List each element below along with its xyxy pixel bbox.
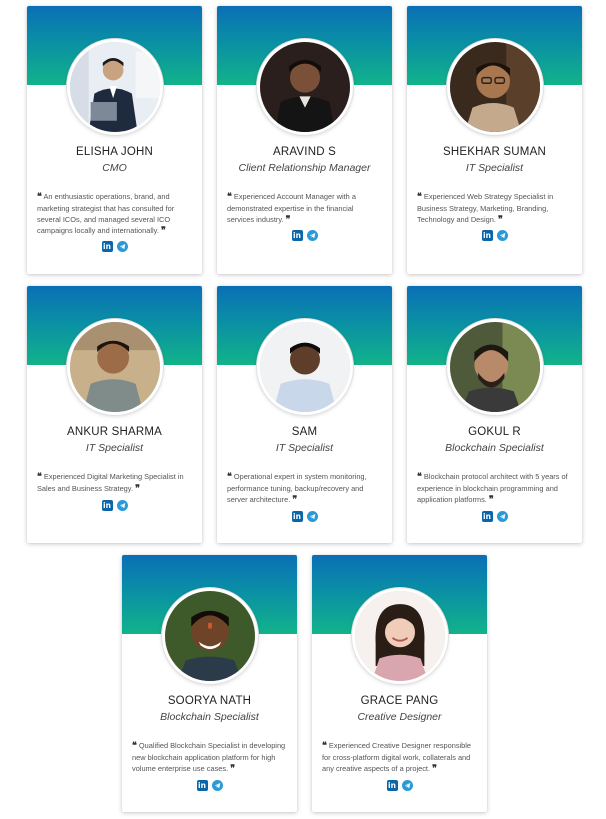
open-quote-icon: ❝ (37, 192, 42, 202)
telegram-icon[interactable] (116, 500, 128, 511)
linkedin-icon[interactable]: in (481, 230, 493, 241)
member-role: Blockchain Specialist (160, 711, 259, 723)
telegram-icon[interactable] (306, 511, 318, 522)
open-quote-icon: ❝ (417, 192, 422, 202)
open-quote-icon: ❝ (417, 472, 422, 482)
close-quote-icon: ❞ (292, 495, 298, 505)
team-card: ELISHA JOHN CMO ❝ An enthusiastic operat… (27, 6, 202, 274)
avatar-photo (69, 322, 160, 412)
bio-text: Experienced Creative Designer responsibl… (322, 741, 472, 773)
linkedin-icon[interactable]: in (291, 230, 303, 241)
member-bio: ❝ An enthusiastic operations, brand, and… (37, 191, 192, 237)
social-links: in (312, 780, 487, 791)
avatar-photo (69, 42, 160, 132)
telegram-icon[interactable] (211, 780, 223, 791)
member-name: SOORYA NATH (167, 695, 252, 707)
team-card: SOORYA NATH Blockchain Specialist ❝ Qual… (122, 555, 297, 812)
social-links: in (27, 500, 202, 511)
team-card: ANKUR SHARMA IT Specialist ❝ Experienced… (27, 286, 202, 543)
avatar (446, 319, 543, 415)
bio-text: Experienced Account Manager with a demon… (227, 192, 356, 224)
member-bio: ❝ Operational expert in system monitorin… (227, 471, 382, 506)
avatar-photo (259, 42, 350, 132)
team-card: GOKUL R Blockchain Specialist ❝ Blockcha… (407, 286, 582, 543)
close-quote-icon: ❞ (488, 495, 494, 505)
bio-text: An enthusiastic operations, brand, and m… (37, 192, 175, 235)
avatar (161, 588, 258, 684)
close-quote-icon: ❞ (135, 484, 140, 494)
team-card: GRACE PANG Creative Designer ❝ Experienc… (312, 555, 487, 812)
member-bio: ❝ Experienced Creative Designer responsi… (322, 740, 477, 775)
member-role: Creative Designer (357, 711, 442, 723)
member-role: Client Relationship Manager (238, 162, 371, 174)
member-bio: ❝ Qualified Blockchain Specialist in dev… (132, 740, 287, 775)
open-quote-icon: ❝ (322, 741, 327, 751)
linkedin-icon[interactable]: in (101, 241, 113, 252)
telegram-icon[interactable] (401, 780, 413, 791)
telegram-icon[interactable] (306, 230, 318, 241)
member-name: GOKUL R (468, 426, 521, 438)
member-bio: ❝ Experienced Digital Marketing Speciali… (37, 471, 192, 495)
member-bio: ❝ Experienced Account Manager with a dem… (227, 191, 382, 226)
member-name: ELISHA JOHN (76, 146, 153, 158)
telegram-icon[interactable] (496, 511, 508, 522)
avatar (446, 39, 543, 135)
member-name: ANKUR SHARMA (66, 426, 163, 438)
avatar (66, 39, 163, 135)
bio-text: Experienced Digital Marketing Specialist… (37, 472, 184, 493)
team-card: ARAVIND S Client Relationship Manager ❝ … (217, 6, 392, 274)
avatar-photo (449, 322, 540, 412)
member-role: Blockchain Specialist (445, 442, 544, 454)
close-quote-icon: ❞ (160, 226, 166, 236)
member-bio: ❝ Experienced Web Strategy Specialist in… (417, 191, 572, 226)
social-links: in (407, 230, 582, 241)
linkedin-icon[interactable]: in (481, 511, 493, 522)
social-links: in (407, 511, 582, 522)
member-role: IT Specialist (465, 162, 524, 174)
member-bio: ❝ Blockchain protocol architect with 5 y… (417, 471, 572, 506)
bio-text: Experienced Web Strategy Specialist in B… (417, 192, 554, 224)
team-card: SAM IT Specialist ❝ Operational expert i… (217, 286, 392, 543)
avatar (256, 319, 353, 415)
linkedin-icon[interactable]: in (101, 500, 113, 511)
close-quote-icon: ❞ (432, 764, 437, 774)
avatar (256, 39, 353, 135)
close-quote-icon: ❞ (497, 215, 503, 225)
close-quote-icon: ❞ (285, 215, 291, 225)
linkedin-icon[interactable]: in (291, 511, 303, 522)
open-quote-icon: ❝ (227, 192, 232, 202)
member-name: GRACE PANG (360, 695, 439, 707)
linkedin-icon[interactable]: in (196, 780, 208, 791)
avatar (66, 319, 163, 415)
member-role: IT Specialist (275, 442, 334, 454)
close-quote-icon: ❞ (230, 764, 236, 774)
avatar-photo (354, 591, 445, 681)
open-quote-icon: ❝ (37, 472, 42, 482)
telegram-icon[interactable] (496, 230, 508, 241)
member-name: SHEKHAR SUMAN (443, 146, 546, 158)
open-quote-icon: ❝ (132, 741, 137, 751)
bio-text: Qualified Blockchain Specialist in devel… (132, 741, 286, 773)
social-links: in (217, 230, 392, 241)
social-links: in (27, 241, 202, 252)
member-role: IT Specialist (85, 442, 144, 454)
avatar-photo (164, 591, 255, 681)
social-links: in (122, 780, 297, 791)
member-name: ARAVIND S (273, 146, 336, 158)
avatar-photo (259, 322, 350, 412)
open-quote-icon: ❝ (227, 472, 232, 482)
member-role: CMO (102, 162, 127, 174)
telegram-icon[interactable] (116, 241, 128, 252)
avatar (351, 588, 448, 684)
avatar-photo (449, 42, 540, 132)
member-name: SAM (291, 426, 318, 438)
team-card: SHEKHAR SUMAN IT Specialist ❝ Experience… (407, 6, 582, 274)
social-links: in (217, 511, 392, 522)
linkedin-icon[interactable]: in (386, 780, 398, 791)
